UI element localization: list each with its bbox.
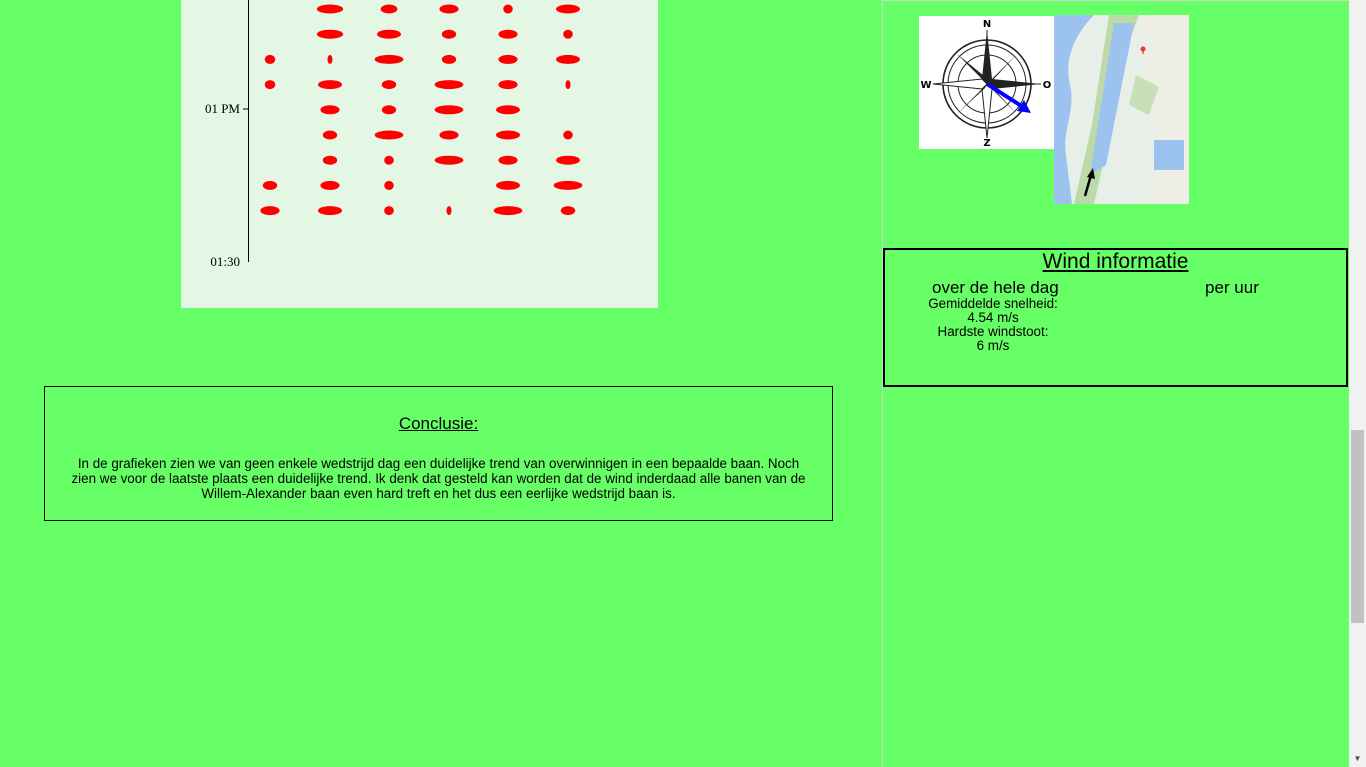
conclusion-title: Conclusie:: [398, 414, 479, 433]
chart-marker: [556, 54, 580, 64]
chart-marker: [381, 80, 397, 90]
chart-marks: [260, 4, 583, 216]
chart-marker: [563, 130, 573, 140]
course-map-icon: [1054, 15, 1189, 204]
chart-marker: [563, 29, 573, 39]
gust-value: 6 m/s: [976, 338, 1010, 353]
compass-east-label: O: [1043, 80, 1052, 91]
wind-info-box: Wind informatie over de hele dag per uur…: [883, 248, 1348, 387]
wind-day-heading: over de hele dag: [932, 278, 1059, 297]
chart-marker: [264, 80, 276, 90]
chart-marker: [498, 155, 518, 165]
compass-north-label: N: [983, 19, 991, 30]
gust-label: Hardste windstoot:: [937, 324, 1049, 339]
wind-info-title: Wind informatie: [1042, 250, 1189, 273]
chart-marker: [434, 80, 464, 90]
wind-hour-heading: per uur: [1205, 278, 1259, 297]
chart-marker: [260, 206, 280, 216]
scroll-down-arrow-icon[interactable]: ▼: [1349, 750, 1366, 767]
y-tick-label: 01 PM: [205, 101, 240, 116]
chart-marker: [560, 206, 576, 216]
chart-marker: [498, 80, 518, 90]
chart-marker: [553, 180, 583, 190]
compass-rose-icon: N Z W O: [920, 19, 1052, 149]
chart-marker: [381, 105, 397, 115]
chart-marker: [441, 54, 457, 64]
chart-marker: [316, 4, 344, 14]
chart-marker: [318, 206, 342, 216]
chart-marker: [441, 29, 457, 39]
chart-marker: [384, 206, 394, 216]
chart-marker: [556, 155, 580, 165]
y-tick-label: 01:30: [210, 254, 240, 269]
chart-marker: [320, 105, 340, 115]
chart-marker: [496, 105, 520, 115]
chart-marker: [374, 130, 404, 140]
chart-marker: [316, 29, 344, 39]
compass-image: N Z W O: [919, 16, 1054, 149]
chart-marker: [565, 80, 571, 90]
avg-speed-label: Gemiddelde snelheid:: [928, 296, 1058, 311]
conclusion-box: Conclusie: In de grafieken zien we van g…: [44, 386, 833, 521]
chart-marker: [496, 130, 520, 140]
chart-marker: [322, 155, 338, 165]
chart-marker: [322, 130, 338, 140]
conclusion-text: In de grafieken zien we van geen enkele …: [71, 456, 806, 501]
compass-west-label: W: [920, 80, 931, 91]
chart-marker: [320, 180, 340, 190]
chart-marker: [384, 180, 394, 190]
chart-marker: [384, 155, 394, 165]
chart-marker: [262, 180, 278, 190]
chart-marker: [498, 29, 518, 39]
chart-panel: 01 PM 01:30: [181, 0, 658, 308]
chart-marker: [556, 4, 580, 14]
wind-chart: 01 PM 01:30: [205, 0, 583, 269]
chart-marker: [327, 54, 333, 64]
chart-marker: [377, 29, 401, 39]
chart-marker: [318, 80, 342, 90]
chart-marker: [374, 54, 404, 64]
chart-marker: [493, 206, 523, 216]
scrollbar-thumb[interactable]: [1351, 430, 1364, 623]
vertical-scrollbar[interactable]: [1349, 0, 1366, 767]
chart-marker: [446, 206, 452, 216]
chart-marker: [496, 180, 520, 190]
chart-marker: [380, 4, 398, 14]
chart-marker: [439, 4, 459, 14]
chart-marker: [498, 54, 518, 64]
column-top-edge: [883, 0, 1349, 1]
chart-marker: [434, 155, 464, 165]
compass-south-label: Z: [983, 138, 990, 149]
avg-speed-value: 4.54 m/s: [967, 310, 1019, 325]
chart-marker: [264, 54, 276, 64]
course-map-image: [1054, 15, 1189, 204]
chart-marker: [434, 105, 464, 115]
chart-marker: [503, 4, 513, 14]
chart-marker: [439, 130, 459, 140]
